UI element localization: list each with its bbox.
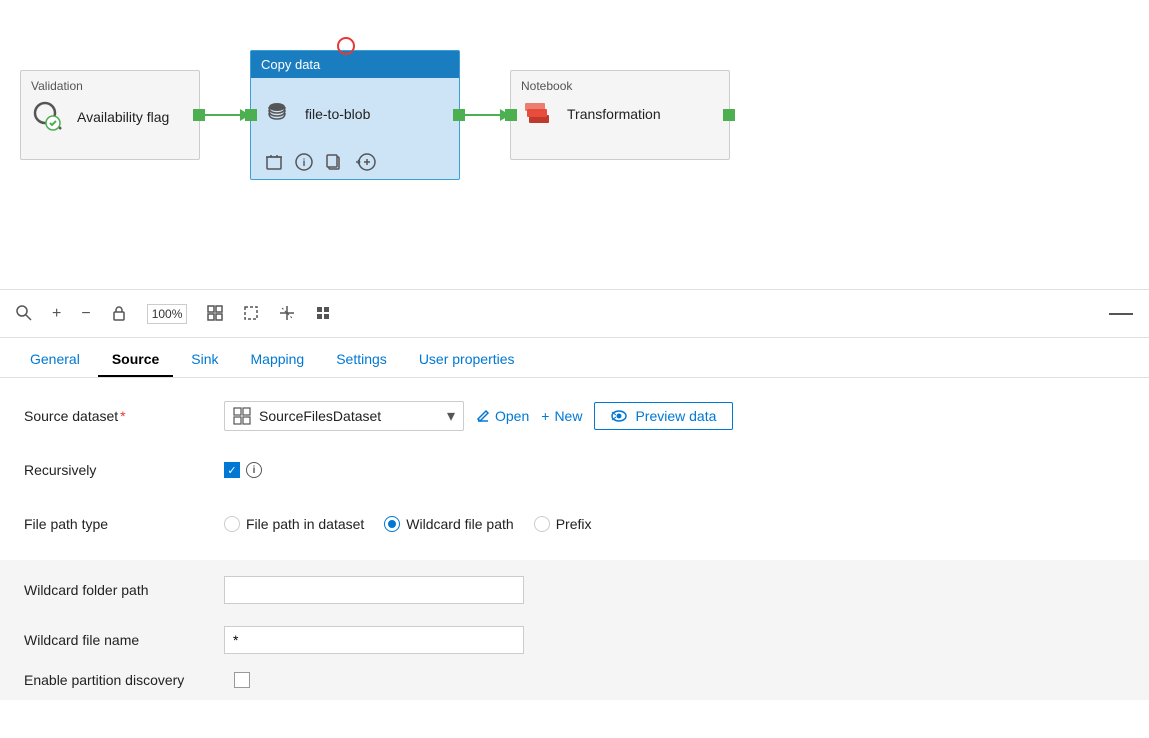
select-icon[interactable] [243,305,259,323]
wildcard-section: Wildcard folder path Wildcard file name … [0,560,1149,700]
wildcard-folder-path-row: Wildcard folder path [24,572,1125,608]
recursively-info[interactable]: i [246,462,262,478]
notebook-input-connector [505,109,517,121]
radio-outer-prefix [534,516,550,532]
copy-node-body: file-to-blob [251,78,459,149]
wildcard-file-name-label: Wildcard file name [24,632,224,648]
notebook-node[interactable]: Notebook Transformation [510,70,730,160]
dataset-value: SourceFilesDataset [259,408,381,424]
source-dataset-controls: SourceFilesDataset ▾ Open + New [224,401,1125,431]
lock-icon[interactable] [111,305,127,323]
enable-partition-label: Enable partition discovery [24,672,224,688]
tab-source[interactable]: Source [98,343,173,377]
preview-icon [611,410,627,422]
copy-node-label: file-to-blob [305,106,370,122]
toolbar-divider [1109,313,1133,315]
open-button[interactable]: Open [476,408,529,424]
source-dataset-dropdown[interactable]: SourceFilesDataset ▾ [224,401,464,431]
wildcard-file-name-input[interactable] [224,626,524,654]
recursively-label: Recursively [24,462,224,478]
tab-mapping[interactable]: Mapping [237,343,319,377]
enable-partition-checkbox[interactable] [234,672,250,688]
tab-general[interactable]: General [16,343,94,377]
file-path-type-label: File path type [24,516,224,532]
copy-input-connector [245,109,257,121]
file-path-radio-group: File path in dataset Wildcard file path … [224,516,591,532]
preview-data-button[interactable]: Preview data [594,402,733,430]
zoom-in-icon[interactable]: + [52,305,61,323]
radio-inner-wildcard [388,520,396,528]
recursively-row: Recursively ✓ i [24,452,1125,488]
file-path-type-controls: File path in dataset Wildcard file path … [224,516,1125,532]
fit-icon[interactable] [207,305,223,323]
wildcard-folder-path-label: Wildcard folder path [24,582,224,598]
resize-icon[interactable] [279,305,295,323]
notebook-output-connector [723,109,735,121]
validation-output-connector [193,109,205,121]
tab-user-properties[interactable]: User properties [405,343,529,377]
info-icon[interactable]: i [295,153,313,171]
zoom-level[interactable]: 100% [147,304,188,324]
source-dataset-label: Source dataset* [24,408,224,424]
pencil-icon [476,409,490,423]
recursively-controls: ✓ i [224,462,1125,478]
validation-node-body: Availability flag [31,99,189,135]
dropdown-chevron: ▾ [447,406,455,426]
copy-data-node[interactable]: Copy data file-to-blob [250,50,460,180]
copy-output-connector [453,109,465,121]
connector-2 [460,109,510,121]
layers-icon[interactable] [315,305,331,323]
copy-icon[interactable] [325,153,343,171]
recursively-checkbox[interactable]: ✓ [224,462,240,478]
wildcard-folder-path-input[interactable] [224,576,524,604]
add-successor-icon[interactable] [355,153,377,171]
radio-outer-dataset [224,516,240,532]
notebook-icon [521,99,557,129]
form-area: Source dataset* SourceFilesDataset ▾ Ope… [0,378,1149,720]
radio-file-path-dataset[interactable]: File path in dataset [224,516,364,532]
delete-icon[interactable] [265,153,283,171]
tab-sink[interactable]: Sink [177,343,232,377]
radio-prefix[interactable]: Prefix [534,516,592,532]
validation-node-label: Availability flag [77,109,169,125]
notebook-node-label: Transformation [567,106,661,122]
tab-settings[interactable]: Settings [322,343,401,377]
connector-1 [200,109,250,121]
file-path-type-row: File path type File path in dataset Wild… [24,506,1125,542]
validation-node[interactable]: Validation Availability flag [20,70,200,160]
radio-wildcard-file-path[interactable]: Wildcard file path [384,516,513,532]
error-indicator [337,37,355,55]
copy-node-title: Copy data [251,51,459,78]
validation-icon [31,99,67,135]
canvas-toolbar: + − 100% [0,290,1149,338]
radio-outer-wildcard [384,516,400,532]
recursively-checkbox-wrap: ✓ i [224,462,262,478]
pipeline-canvas: Validation Availability flag C [0,0,1149,290]
enable-partition-row: Enable partition discovery [24,672,1125,688]
search-icon[interactable] [16,305,32,323]
notebook-node-title: Notebook [521,79,719,93]
notebook-node-body: Transformation [521,99,719,129]
wildcard-file-name-row: Wildcard file name [24,622,1125,658]
dataset-grid-icon [233,407,251,425]
svg-text:i: i [303,158,306,169]
connector-line-2 [460,114,500,116]
copy-data-icon [265,99,295,129]
new-button[interactable]: + New [541,408,582,424]
source-dataset-row: Source dataset* SourceFilesDataset ▾ Ope… [24,398,1125,434]
tab-bar: General Source Sink Mapping Settings Use… [0,338,1149,378]
copy-node-actions: i [251,149,459,179]
validation-node-title: Validation [31,79,189,93]
zoom-out-icon[interactable]: − [81,305,90,323]
connector-line-1 [200,114,240,116]
pipeline-nodes: Validation Availability flag C [20,50,730,180]
